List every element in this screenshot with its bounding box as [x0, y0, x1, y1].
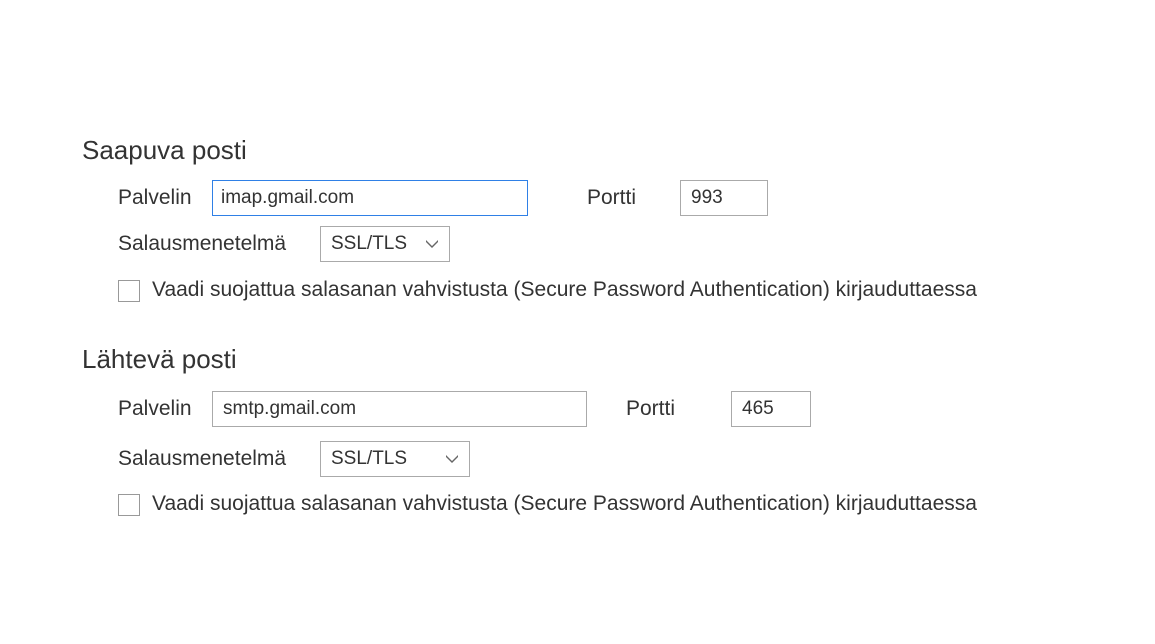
section-title-outgoing: Lähtevä posti [82, 344, 237, 375]
chevron-down-icon [415, 227, 449, 261]
input-outgoing-server[interactable] [212, 391, 587, 427]
label-incoming-server: Palvelin [118, 186, 192, 210]
section-title-incoming: Saapuva posti [82, 135, 247, 166]
chevron-down-icon [435, 442, 469, 476]
input-outgoing-port[interactable] [731, 391, 811, 427]
label-incoming-port: Portti [587, 186, 636, 210]
label-outgoing-port: Portti [626, 397, 675, 421]
label-incoming-spa: Vaadi suojattua salasanan vahvistusta (S… [152, 278, 977, 302]
label-outgoing-spa: Vaadi suojattua salasanan vahvistusta (S… [152, 492, 977, 516]
select-incoming-encryption-value: SSL/TLS [331, 233, 407, 255]
select-incoming-encryption[interactable]: SSL/TLS [320, 226, 450, 262]
input-incoming-server[interactable] [212, 180, 528, 216]
checkbox-incoming-spa[interactable] [118, 280, 140, 302]
label-outgoing-encryption: Salausmenetelmä [118, 447, 286, 471]
checkbox-outgoing-spa[interactable] [118, 494, 140, 516]
select-outgoing-encryption-value: SSL/TLS [331, 448, 407, 470]
input-incoming-port[interactable] [680, 180, 768, 216]
label-outgoing-server: Palvelin [118, 397, 192, 421]
select-outgoing-encryption[interactable]: SSL/TLS [320, 441, 470, 477]
label-incoming-encryption: Salausmenetelmä [118, 232, 286, 256]
